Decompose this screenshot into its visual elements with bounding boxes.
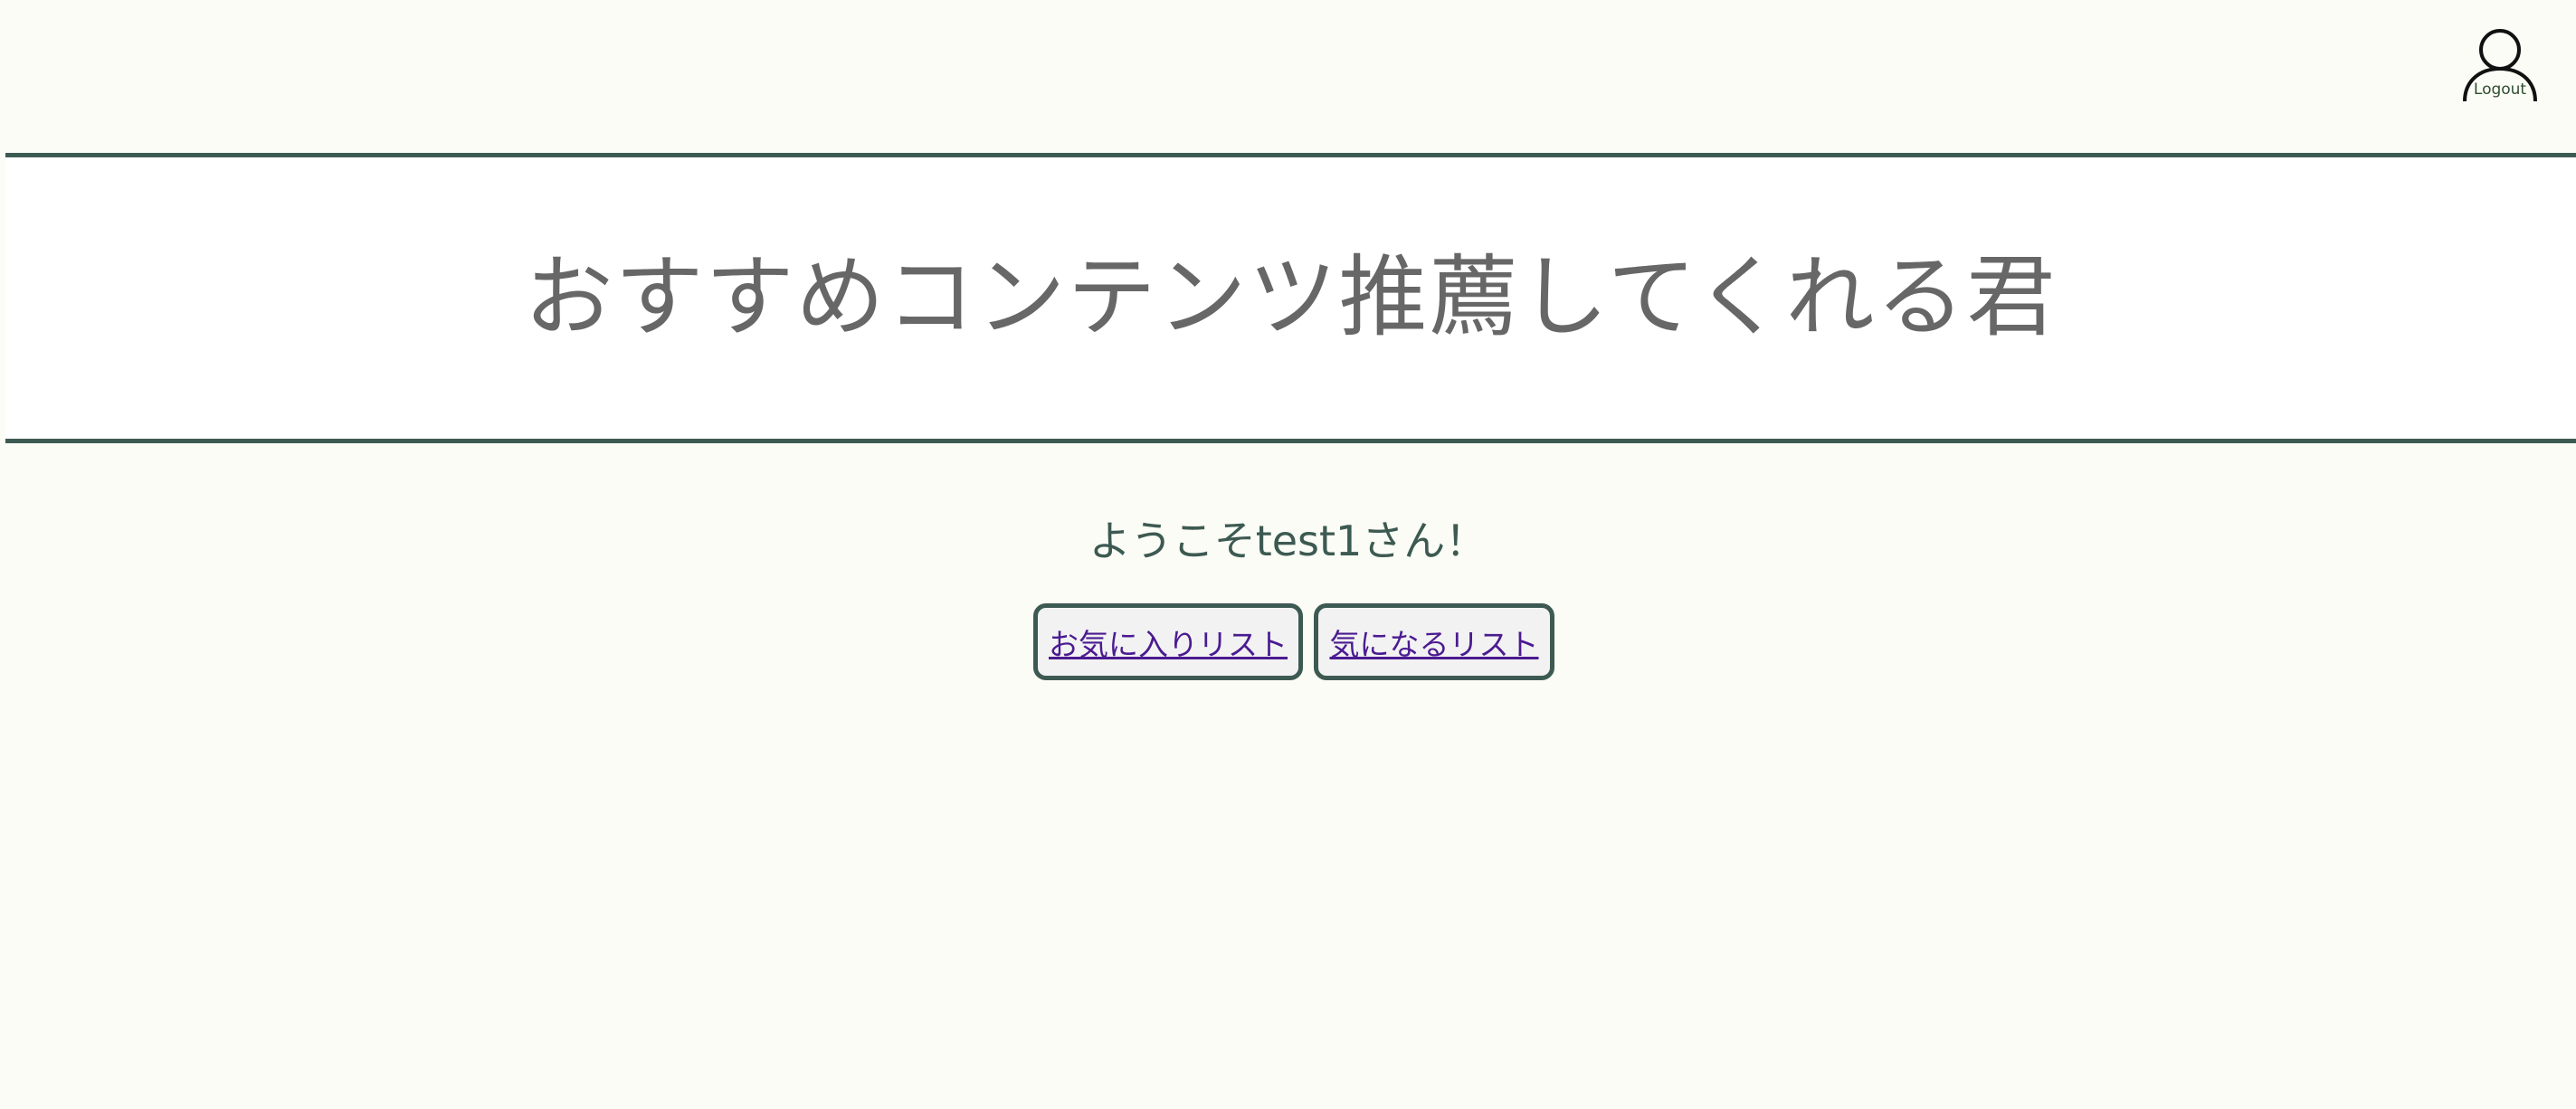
favorites-list-link[interactable]: お気に入りリスト — [1049, 621, 1288, 664]
watchlist-button[interactable]: 気になるリスト — [1314, 603, 1554, 680]
favorites-list-button[interactable]: お気に入りリスト — [1033, 603, 1303, 680]
welcome-message: ようこそtest1さん！ — [1088, 517, 1488, 565]
logout-button[interactable]: Logout — [2459, 27, 2541, 104]
title-banner: おすすめコンテンツ推薦してくれる君 — [5, 153, 2576, 443]
logout-label: Logout — [2474, 81, 2527, 99]
site-title: おすすめコンテンツ推薦してくれる君 — [524, 246, 2058, 349]
watchlist-link[interactable]: 気になるリスト — [1330, 621, 1539, 664]
user-icon: Logout — [2463, 29, 2537, 102]
